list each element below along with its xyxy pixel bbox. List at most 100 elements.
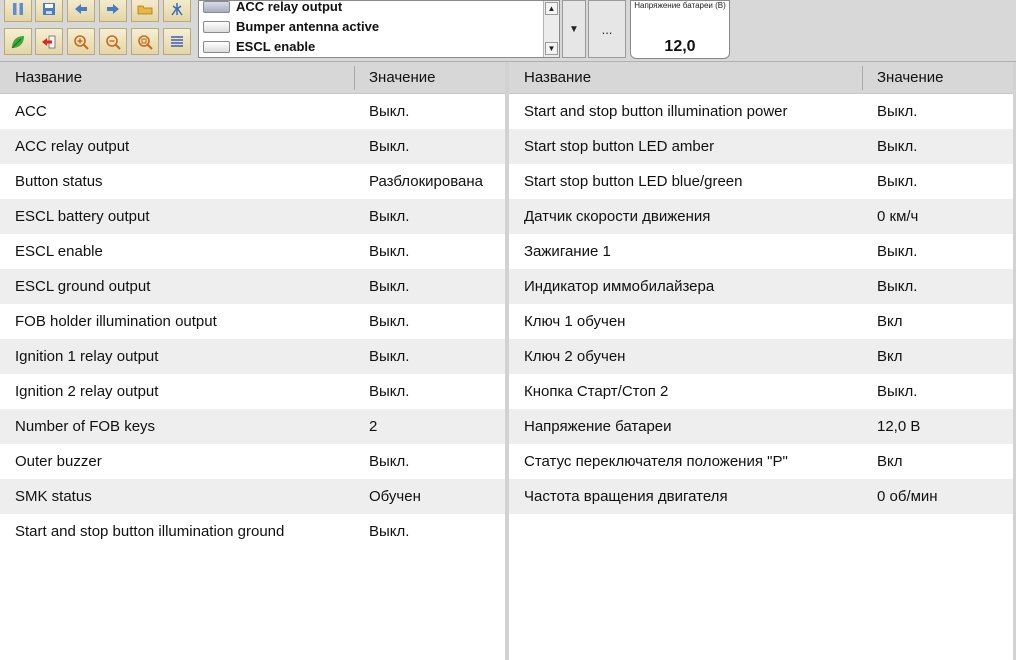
column-separator[interactable] [354,66,355,90]
column-header-name[interactable]: Название [524,62,591,94]
table-row[interactable]: ESCL battery output Выкл. [0,199,505,234]
row-value: Выкл. [877,103,918,120]
column-header-value[interactable]: Значение [877,62,1011,94]
signal-label: Bumper antenna active [236,19,380,34]
row-value: Выкл. [369,278,410,295]
row-name: Outer buzzer [15,453,102,470]
row-value: 12,0 В [877,418,921,435]
zoom-fit-button[interactable] [131,28,159,55]
signal-list-item[interactable]: Bumper antenna active [203,17,539,36]
table-row[interactable]: Индикатор иммобилайзера Выкл. [509,269,1014,304]
exit-button[interactable] [35,28,63,55]
table-row[interactable]: ESCL ground output Выкл. [0,269,505,304]
leaf-icon [11,35,24,48]
column-separator[interactable] [862,66,863,90]
row-name: Зажигание 1 [524,243,611,260]
table-row[interactable]: Ключ 1 обучен Вкл [509,304,1014,339]
table-row[interactable]: SMK status Обучен [0,479,505,514]
row-value: Обучен [369,488,421,505]
row-name: Button status [15,173,103,190]
signal-dropdown-button[interactable]: ▼ [562,0,586,58]
row-name: Напряжение батареи [524,418,672,435]
table-row[interactable]: Напряжение батареи 12,0 В [509,409,1014,444]
table-row[interactable]: Button status Разблокирована [0,164,505,199]
zoom-out-button[interactable] [99,28,127,55]
table-row[interactable]: Статус переключателя положения "P" Вкл [509,444,1014,479]
table-row[interactable]: ESCL enable Выкл. [0,234,505,269]
folder-icon [137,5,153,14]
row-name: Ignition 2 relay output [15,383,159,400]
row-name: Частота вращения двигателя [524,488,728,505]
signal-list-scrollbar[interactable]: ▲ ▼ [543,1,559,57]
back-button[interactable] [67,0,95,22]
table-row[interactable]: Start stop button LED blue/green Выкл. [509,164,1014,199]
signal-checkbox[interactable] [203,40,230,53]
forward-button[interactable] [99,0,127,22]
signal-checkbox[interactable] [203,20,230,33]
signal-list-item[interactable]: ACC relay output [203,0,539,16]
row-name: Start stop button LED blue/green [524,173,743,190]
row-value: Выкл. [877,138,918,155]
table-row[interactable]: Ignition 1 relay output Выкл. [0,339,505,374]
table-row[interactable]: ACC relay output Выкл. [0,129,505,164]
table-row[interactable]: Outer buzzer Выкл. [0,444,505,479]
chevron-down-icon: ▼ [569,23,579,35]
zoom-out-icon [106,34,121,50]
row-name: Number of FOB keys [15,418,156,435]
antenna-button[interactable] [163,0,191,22]
row-name: Статус переключателя положения "P" [524,453,788,470]
table-row[interactable]: Частота вращения двигателя 0 об/мин [509,479,1014,514]
row-value: Выкл. [369,348,410,365]
table-row[interactable]: ACC Выкл. [0,94,505,129]
save-icon [43,2,55,15]
signal-list[interactable]: ACC relay output Bumper antenna active E… [198,0,560,58]
row-value: Выкл. [877,278,918,295]
table-body: ACC Выкл. ACC relay output Выкл. Button stat… [0,94,505,549]
table-row[interactable]: Number of FOB keys 2 [0,409,505,444]
pause-icon [13,2,23,15]
save-button[interactable] [35,0,63,22]
zoom-in-button[interactable] [67,28,95,55]
row-value: Выкл. [369,313,410,330]
scroll-up-icon[interactable]: ▲ [545,2,558,15]
table-row[interactable]: Start stop button LED amber Выкл. [509,129,1014,164]
zoom-in-icon [74,34,89,50]
row-value: 0 км/ч [877,208,919,225]
table-row[interactable]: Кнопка Старт/Стоп 2 Выкл. [509,374,1014,409]
toolbar: ACC relay output Bumper antenna active E… [0,0,1016,62]
exit-icon [42,35,56,48]
table-row[interactable]: Start and stop button illumination groun… [0,514,505,549]
row-value: 2 [369,418,378,435]
signal-label: ACC relay output [236,0,343,14]
signal-list-item[interactable]: ESCL enable [203,37,539,56]
scroll-down-icon[interactable]: ▼ [545,42,558,55]
list-button[interactable] [163,28,191,55]
table-row[interactable]: Зажигание 1 Выкл. [509,234,1014,269]
signal-checkbox[interactable] [203,1,230,13]
table-row[interactable]: Датчик скорости движения 0 км/ч [509,199,1014,234]
column-header-value[interactable]: Значение [369,62,503,94]
battery-voltage-gauge[interactable]: Напряжение батареи (В) 12,0 [630,0,730,59]
row-value: Вкл [877,348,903,365]
row-value: Выкл. [369,103,410,120]
row-value: Выкл. [369,138,410,155]
row-name: Кнопка Старт/Стоп 2 [524,383,669,400]
row-value: Выкл. [369,208,410,225]
table-body: Start and stop button illumination power… [509,94,1014,514]
column-header-name[interactable]: Название [15,62,82,94]
row-name: Индикатор иммобилайзера [524,278,715,295]
leaf-button[interactable] [4,28,32,55]
more-button[interactable]: ... [588,0,626,58]
table-row[interactable]: Ignition 2 relay output Выкл. [0,374,505,409]
table-row[interactable]: Ключ 2 обучен Вкл [509,339,1014,374]
row-name: Ключ 2 обучен [524,348,626,365]
table-row[interactable]: Start and stop button illumination power… [509,94,1014,129]
row-value: 0 об/мин [877,488,938,505]
row-name: Start and stop button illumination power [524,103,788,120]
antenna-icon [171,2,183,15]
table-row[interactable]: FOB holder illumination output Выкл. [0,304,505,339]
pause-button[interactable] [4,0,32,22]
row-value: Выкл. [877,383,918,400]
folder-button[interactable] [131,0,159,22]
row-name: SMK status [15,488,92,505]
